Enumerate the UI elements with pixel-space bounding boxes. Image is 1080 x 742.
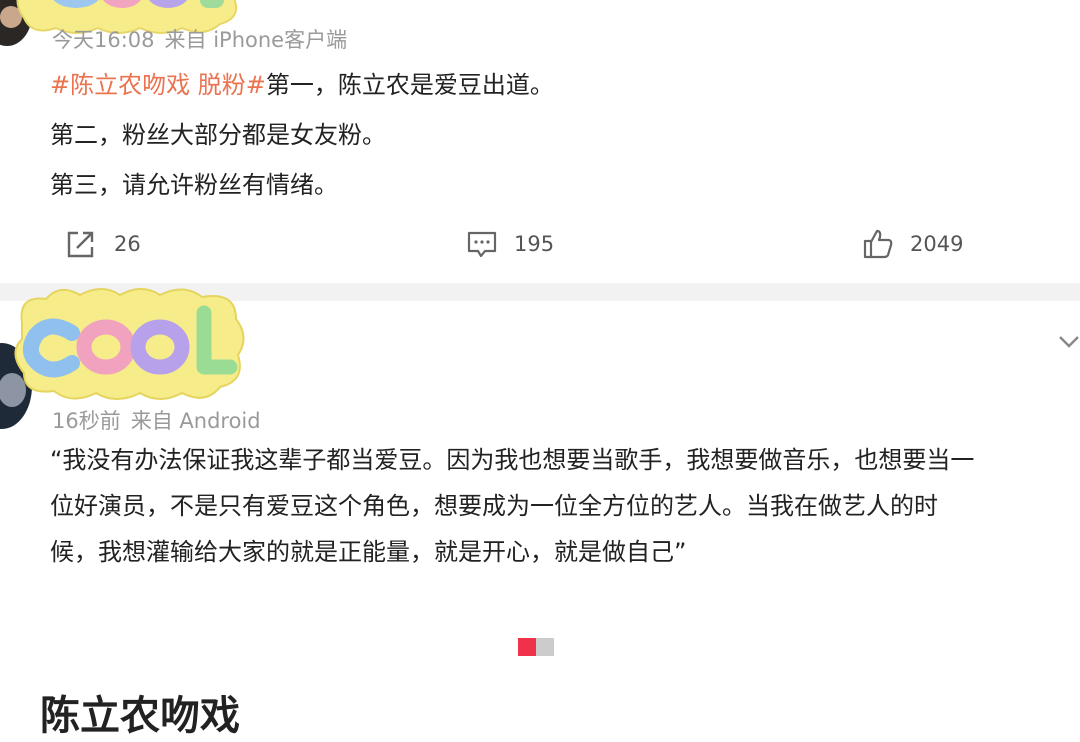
post-actions: 26 195 2049: [0, 224, 1080, 264]
post-line: 第二，粉丝大部分都是女友粉。: [50, 121, 386, 149]
page-title: 陈立农吻戏: [40, 693, 240, 739]
page-dot-inactive[interactable]: [536, 638, 554, 656]
post-source: 来自 iPhone客户端: [164, 28, 348, 52]
like-button[interactable]: 2049: [862, 224, 963, 264]
weibo-feed-screenshot: 今天16:08 来自 iPhone客户端 #陈立农吻戏 脱粉#第一，陈立农是爱豆出…: [0, 0, 1080, 742]
page-indicator[interactable]: [518, 638, 554, 656]
post-card: 16秒前 来自 Android “我没有办法保证我这辈子都当爱豆。因为我也想要当歌…: [0, 288, 1080, 742]
comment-count: 195: [514, 232, 555, 256]
post-meta: 16秒前 来自 Android: [52, 405, 261, 435]
post-line: “我没有办法保证我这辈子都当爱豆。因为我也想要当歌手，我想要做音乐，也想要当一: [50, 446, 975, 474]
post-body: “我没有办法保证我这辈子都当爱豆。因为我也想要当歌手，我想要做音乐，也想要当一 …: [50, 437, 1060, 575]
post-source: 来自 Android: [130, 409, 261, 433]
comment-icon: [467, 231, 497, 258]
hashtag-link[interactable]: #陈立农吻戏 脱粉#: [50, 71, 266, 99]
share-icon: [67, 231, 94, 258]
chevron-down-icon[interactable]: [1058, 335, 1080, 349]
share-button[interactable]: 26: [64, 224, 141, 264]
post-line: #陈立农吻戏 脱粉#第一，陈立农是爱豆出道。: [50, 60, 554, 110]
post-body: #陈立农吻戏 脱粉#第一，陈立农是爱豆出道。 第二，粉丝大部分都是女友粉。 第三…: [50, 60, 554, 210]
page-dot-active[interactable]: [518, 638, 536, 656]
post-card: 今天16:08 来自 iPhone客户端 #陈立农吻戏 脱粉#第一，陈立农是爱豆出…: [0, 0, 1080, 283]
post-line: 第三，请允许粉丝有情绪。: [50, 171, 338, 199]
post-time: 16秒前: [52, 409, 121, 433]
share-count: 26: [114, 232, 141, 256]
post-line: 位好演员，不是只有爱豆这个角色，想要成为一位全方位的艺人。当我在做艺人的时: [50, 492, 938, 520]
thumbs-up-icon: [863, 229, 893, 259]
post-time: 今天16:08: [52, 28, 155, 52]
cool-badge-icon: [14, 288, 245, 400]
post-meta: 今天16:08 来自 iPhone客户端: [52, 24, 347, 54]
post-line: 候，我想灌输给大家的就是正能量，就是开心，就是做自己”: [50, 538, 687, 566]
like-count: 2049: [910, 232, 964, 256]
post-line-text: 第一，陈立农是爱豆出道。: [265, 71, 554, 99]
comment-button[interactable]: 195: [466, 224, 554, 264]
